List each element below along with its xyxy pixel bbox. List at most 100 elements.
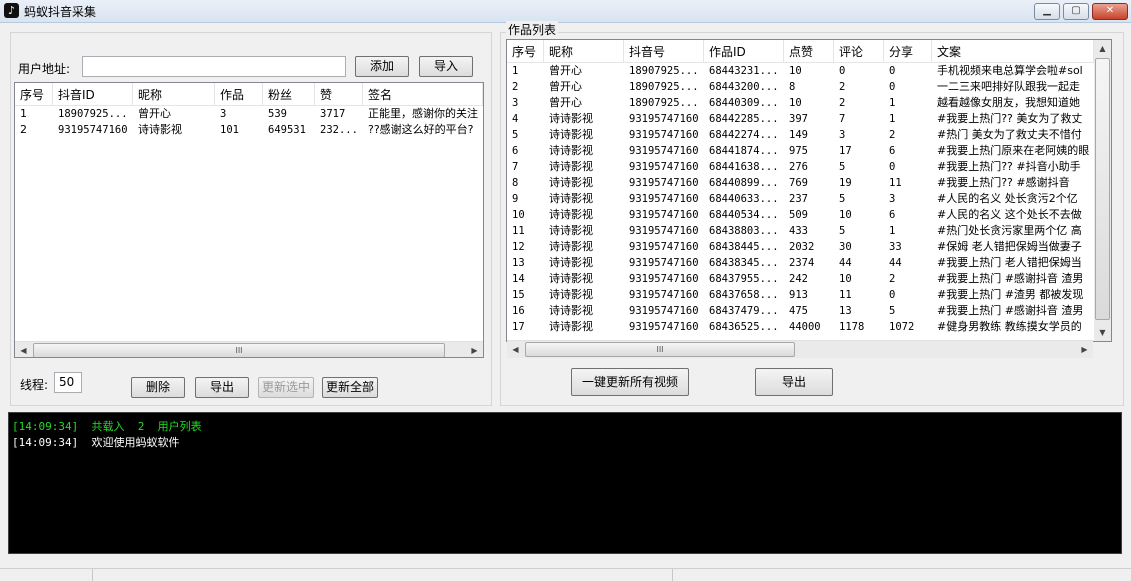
works-table-row[interactable]: 17 诗诗影视 93195747160 68436525... 44000 1178 107… bbox=[507, 319, 1111, 335]
works-table-cell: #我要上热门?? #抖音小助手 bbox=[937, 160, 1081, 173]
works-table-cell: 诗诗影视 bbox=[549, 192, 593, 205]
scroll-up-icon[interactable]: ▲ bbox=[1094, 40, 1111, 57]
works-table-row[interactable]: 9 诗诗影视 93195747160 68440633... 237 5 3 #人民的名义 处… bbox=[507, 191, 1111, 207]
works-table-cell: 2 bbox=[889, 273, 896, 285]
works-table-cell: 曾开心 bbox=[549, 64, 582, 77]
scroll-down-icon[interactable]: ▼ bbox=[1094, 324, 1111, 341]
works-table-cell: 433 bbox=[789, 225, 808, 237]
works-column-header[interactable]: 序号 bbox=[507, 40, 544, 62]
works-table-cell: #我要上热门 老人错把保姆当 bbox=[937, 256, 1082, 269]
works-table[interactable]: 序号 昵称 抖音号 作品ID 点赞 评论 分享 文案 1 曾开心 18907925... 68443… bbox=[506, 39, 1112, 342]
works-table-cell: 93195747160 bbox=[629, 257, 699, 269]
works-table-cell: 93195747160 bbox=[629, 273, 699, 285]
works-table-cell: 5 bbox=[512, 129, 519, 141]
works-table-cell: 242 bbox=[789, 273, 808, 285]
works-vscroll-thumb[interactable] bbox=[1095, 58, 1110, 320]
users-export-button[interactable]: 导出 bbox=[195, 377, 249, 398]
works-table-cell: #我要上热门原来在老阿姨的眼 bbox=[937, 144, 1090, 157]
works-table-cell: 769 bbox=[789, 177, 808, 189]
maximize-button[interactable]: ▢ bbox=[1063, 3, 1089, 20]
works-table-cell: 11 bbox=[839, 289, 852, 301]
works-table-cell: 93195747160 bbox=[629, 289, 699, 301]
works-table-row[interactable]: 12 诗诗影视 93195747160 68438445... 2032 30 33 #保姆 … bbox=[507, 239, 1111, 255]
users-hscroll-thumb[interactable]: III bbox=[33, 343, 445, 357]
works-table-cell: 1 bbox=[512, 65, 519, 77]
works-table-cell: 975 bbox=[789, 145, 808, 157]
users-table[interactable]: 序号 抖音ID 昵称 作品 粉丝赞签名 1 18907925... 曾开心 3 539 3717 正… bbox=[14, 82, 484, 358]
works-table-cell: 44 bbox=[889, 257, 902, 269]
works-column-header[interactable]: 抖音号 bbox=[624, 40, 704, 62]
works-table-cell: 149 bbox=[789, 129, 808, 141]
update-all-videos-button[interactable]: 一键更新所有视频 bbox=[571, 368, 689, 396]
users-table-row[interactable]: 1 18907925... 曾开心 3 539 3717 正能里，感谢你的关注 bbox=[15, 106, 483, 122]
works-column-header[interactable]: 作品ID bbox=[704, 40, 784, 62]
works-table-cell: 7 bbox=[839, 113, 846, 125]
users-column-header[interactable]: 作品 bbox=[215, 83, 263, 105]
works-table-cell: 诗诗影视 bbox=[549, 256, 593, 269]
works-table-row[interactable]: 14 诗诗影视 93195747160 68437955... 242 10 2 #我要上热门… bbox=[507, 271, 1111, 287]
works-table-cell: 93195747160 bbox=[629, 305, 699, 317]
works-table-row[interactable]: 3 曾开心 18907925... 68440309... 10 2 1 越看越像女朋友，我想… bbox=[507, 95, 1111, 111]
update-all-button[interactable]: 更新全部 bbox=[322, 377, 378, 398]
works-table-cell: 93195747160 bbox=[629, 241, 699, 253]
works-table-cell: 68442274... bbox=[709, 129, 779, 141]
users-column-header[interactable]: 昵称 bbox=[133, 83, 215, 105]
works-table-cell: 0 bbox=[889, 65, 896, 77]
works-table-cell: 68441874... bbox=[709, 145, 779, 157]
users-table-cell: 3717 bbox=[320, 108, 346, 120]
works-table-cell: 13 bbox=[839, 305, 852, 317]
delete-button[interactable]: 删除 bbox=[131, 377, 185, 398]
minimize-button[interactable]: ▁ bbox=[1034, 3, 1060, 20]
works-table-cell: 诗诗影视 bbox=[549, 112, 593, 125]
works-column-header[interactable]: 评论 bbox=[834, 40, 884, 62]
works-table-row[interactable]: 2 曾开心 18907925... 68443200... 8 2 0 一二三来吧排好队跟我一… bbox=[507, 79, 1111, 95]
works-vscrollbar[interactable]: ▲ ▼ bbox=[1094, 40, 1111, 341]
works-export-button[interactable]: 导出 bbox=[755, 368, 833, 396]
close-button[interactable]: ✕ bbox=[1092, 3, 1128, 20]
works-table-row[interactable]: 8 诗诗影视 93195747160 68440899... 769 19 11 #我要上热门… bbox=[507, 175, 1111, 191]
works-table-cell: 19 bbox=[839, 177, 852, 189]
works-hscrollbar[interactable]: ◀ III ▶ bbox=[507, 340, 1093, 358]
works-column-header[interactable]: 点赞 bbox=[784, 40, 834, 62]
user-address-input[interactable] bbox=[82, 56, 346, 77]
works-table-cell: 11 bbox=[889, 177, 902, 189]
scroll-left-icon[interactable]: ◀ bbox=[15, 342, 32, 357]
update-selected-button[interactable]: 更新选中 bbox=[258, 377, 314, 398]
works-table-row[interactable]: 4 诗诗影视 93195747160 68442285... 397 7 1 #我要上热门??… bbox=[507, 111, 1111, 127]
works-column-header[interactable]: 文案 bbox=[932, 40, 1094, 62]
users-table-row[interactable]: 2 93195747160 诗诗影视 101 649531 232... ??感谢这么好的平… bbox=[15, 122, 483, 138]
scroll-right-icon[interactable]: ▶ bbox=[466, 342, 483, 357]
works-table-cell: 18907925... bbox=[629, 81, 699, 93]
works-table-cell: 3 bbox=[839, 129, 846, 141]
works-table-row[interactable]: 16 诗诗影视 93195747160 68437479... 475 13 5 #我要上热门… bbox=[507, 303, 1111, 319]
threads-input[interactable]: 50 bbox=[54, 372, 82, 393]
works-table-row[interactable]: 7 诗诗影视 93195747160 68441638... 276 5 0 #我要上热门??… bbox=[507, 159, 1111, 175]
works-table-row[interactable]: 13 诗诗影视 93195747160 68438345... 2374 44 44 #我要上… bbox=[507, 255, 1111, 271]
users-column-header[interactable]: 抖音ID bbox=[53, 83, 133, 105]
scroll-left-icon[interactable]: ◀ bbox=[507, 341, 524, 358]
users-column-header[interactable]: 粉丝 bbox=[263, 83, 315, 105]
users-table-cell: 101 bbox=[220, 124, 239, 136]
works-table-row[interactable]: 11 诗诗影视 93195747160 68438803... 433 5 1 #热门处长贪污… bbox=[507, 223, 1111, 239]
works-table-cell: 68436525... bbox=[709, 321, 779, 333]
users-column-header[interactable]: 序号 bbox=[15, 83, 53, 105]
scroll-right-icon[interactable]: ▶ bbox=[1076, 341, 1093, 358]
works-table-row[interactable]: 10 诗诗影视 93195747160 68440534... 509 10 6 #人民的名义… bbox=[507, 207, 1111, 223]
users-hscrollbar[interactable]: ◀ III ▶ bbox=[15, 341, 483, 357]
works-table-cell: 6 bbox=[889, 145, 896, 157]
works-table-row[interactable]: 6 诗诗影视 93195747160 68441874... 975 17 6 #我要上热门原… bbox=[507, 143, 1111, 159]
users-column-header[interactable]: 签名 bbox=[363, 83, 483, 105]
import-button[interactable]: 导入 bbox=[419, 56, 473, 77]
works-table-row[interactable]: 5 诗诗影视 93195747160 68442274... 149 3 2 #热门 美女为了… bbox=[507, 127, 1111, 143]
users-column-header[interactable]: 赞 bbox=[315, 83, 363, 105]
works-hscroll-thumb[interactable]: III bbox=[525, 342, 795, 357]
works-column-header[interactable]: 分享 bbox=[884, 40, 932, 62]
add-button[interactable]: 添加 bbox=[355, 56, 409, 77]
works-column-header[interactable]: 昵称 bbox=[544, 40, 624, 62]
tiktok-icon: ♪ bbox=[4, 3, 19, 18]
works-table-cell: 10 bbox=[512, 209, 525, 221]
works-table-cell: 诗诗影视 bbox=[549, 144, 593, 157]
works-table-row[interactable]: 15 诗诗影视 93195747160 68437658... 913 11 0 #我要上热门… bbox=[507, 287, 1111, 303]
works-table-row[interactable]: 1 曾开心 18907925... 68443231... 10 0 0 手机视频来电总算学会… bbox=[507, 63, 1111, 79]
works-table-cell: 2 bbox=[839, 97, 846, 109]
